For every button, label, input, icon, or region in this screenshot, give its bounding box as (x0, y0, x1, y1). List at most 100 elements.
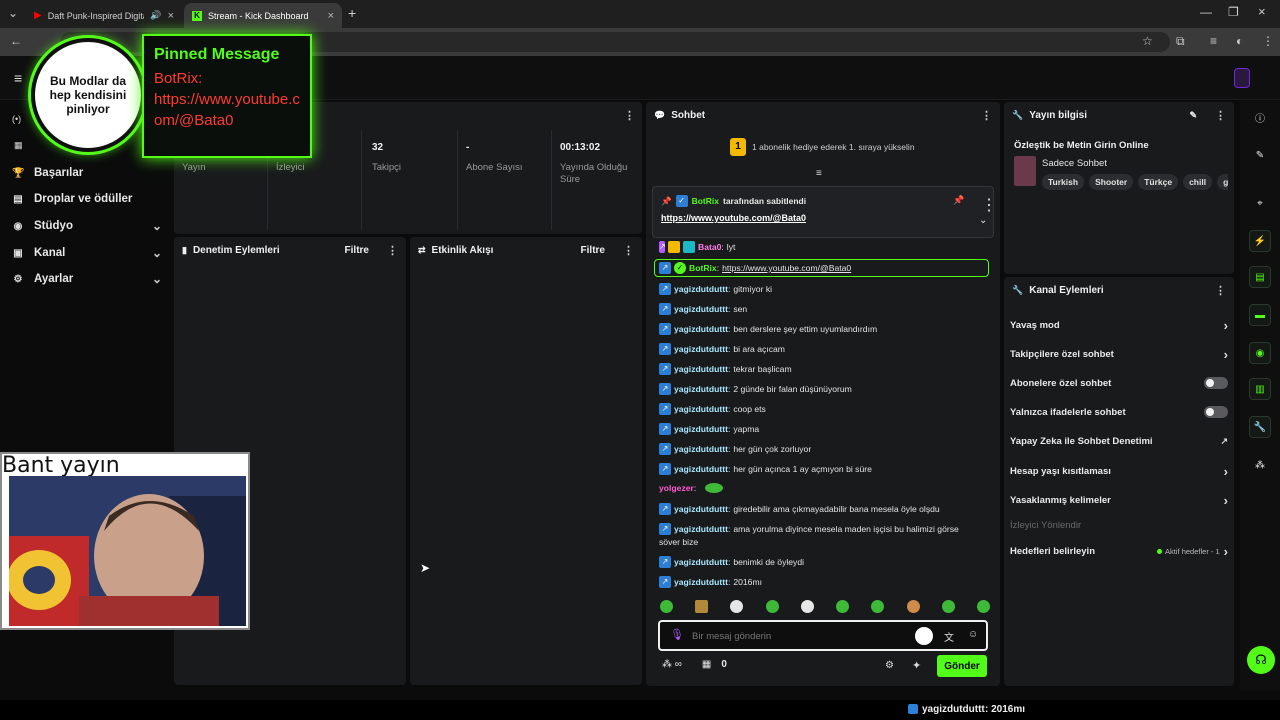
stat-label: Abone Sayısı (466, 162, 523, 173)
emote-picker-icon[interactable] (915, 627, 933, 645)
layout-icon[interactable]: ▥ (1249, 378, 1271, 400)
filter-button[interactable]: Filtre (345, 245, 369, 256)
chat-username[interactable]: yagizdutduttt (674, 444, 728, 454)
dashboard-icon[interactable]: ▦ (14, 140, 23, 151)
collapse-icon[interactable]: ≡ (816, 168, 822, 179)
stream-icon[interactable]: (•) (12, 114, 21, 124)
sidebar-item-studio[interactable]: ◉ Stüdyo ⌄ (12, 215, 162, 237)
chat-username[interactable]: yagizdutduttt (674, 524, 728, 534)
sidebar-item-achievements[interactable]: 🏆 Başarılar (12, 162, 162, 184)
maximize-icon[interactable]: ❐ (1228, 5, 1239, 19)
kebab-menu-icon[interactable]: ⋮ (623, 244, 634, 257)
translate-icon[interactable]: 文 (944, 629, 954, 644)
wrench-icon[interactable]: 🔧 (1249, 416, 1271, 438)
sidebar-item-drops[interactable]: ▤ Droplar ve ödüller (12, 188, 162, 210)
emote-icon[interactable] (695, 600, 709, 613)
target-icon[interactable]: ⌖ (1249, 192, 1271, 214)
chat-username[interactable]: yagizdutduttt (674, 344, 728, 354)
chat-username[interactable]: yagizdutduttt (674, 424, 728, 434)
help-support-icon[interactable]: ☊ (1247, 646, 1275, 674)
menu-icon[interactable]: ⋮ (1262, 34, 1274, 48)
kebab-menu-icon[interactable]: ⋮ (1215, 284, 1226, 297)
profile-icon[interactable]: ◐ (1236, 34, 1243, 48)
back-icon[interactable]: ← (10, 34, 22, 48)
new-tab-icon[interactable]: + (348, 5, 356, 21)
kebab-menu-icon[interactable]: ⋮ (387, 244, 398, 257)
emoji-combo-icon[interactable]: ⁂ ∞ (662, 659, 682, 670)
bookmark-star-icon[interactable]: ☆ (1142, 34, 1153, 48)
hamburger-menu-icon[interactable]: ≡ (14, 70, 22, 86)
emote-icon[interactable] (800, 600, 814, 613)
emote-icon[interactable] (730, 600, 744, 613)
document-icon[interactable]: ▤ (1249, 266, 1271, 288)
pinned-link[interactable]: https://www.youtube.com/@Bata0 (661, 213, 806, 223)
lightning-icon[interactable]: ⚡ (1249, 230, 1271, 252)
filter-button[interactable]: Filtre (581, 245, 605, 256)
edit-icon[interactable]: ✎ (1189, 110, 1197, 121)
chat-username[interactable]: yagizdutduttt (674, 284, 728, 294)
chevron-down-icon[interactable]: ⌄ (979, 215, 987, 226)
send-button[interactable]: Gönder (937, 655, 987, 677)
chat-username[interactable]: yagizdutduttt (674, 577, 728, 587)
emote-icon[interactable] (660, 600, 673, 613)
broadcast-icon[interactable]: ◉ (1249, 342, 1271, 364)
chat-username[interactable]: yagizdutduttt (674, 304, 728, 314)
chat-username[interactable]: yagizdutduttt (674, 324, 728, 334)
pinned-message-card[interactable]: 📌 ✓ BotRix tarafından sabitlendi 📌 ⋮ htt… (652, 186, 997, 238)
chat-bubble-icon[interactable]: ▬ (1249, 304, 1271, 326)
info-icon[interactable]: ⓘ (1249, 106, 1271, 128)
kebab-menu-icon[interactable]: ⋮ (981, 195, 997, 215)
sidebar-item-channel[interactable]: ▣ Kanal ⌄ (12, 242, 162, 264)
smiley-icon[interactable]: ☺ (968, 629, 978, 640)
unpin-icon[interactable]: 📌 (953, 195, 964, 206)
chat-username[interactable]: yagizdutduttt (674, 384, 728, 394)
minimize-icon[interactable]: — (1200, 5, 1212, 19)
kebab-menu-icon[interactable]: ⋮ (1215, 109, 1226, 122)
slow-mode-row[interactable]: Yavaş mod › (1010, 316, 1228, 334)
chat-username[interactable]: yagizdutduttt (674, 464, 728, 474)
emote-icon[interactable] (941, 600, 955, 613)
speaker-icon[interactable]: 🔊 (150, 10, 161, 21)
kebab-menu-icon[interactable]: ⋮ (981, 109, 992, 122)
kebab-menu-icon[interactable]: ⋮ (624, 109, 635, 122)
tab-kick-dashboard[interactable]: K Stream - Kick Dashboard × (184, 3, 342, 28)
chat-username[interactable]: Bata0 (698, 242, 721, 252)
extensions-icon[interactable]: ⁂ (1249, 454, 1271, 476)
chat-username[interactable]: yagizdutduttt (674, 504, 728, 514)
account-age-row[interactable]: Hesap yaşı kısıtlaması › (1010, 462, 1228, 480)
media-icon[interactable]: ≡ (1210, 34, 1217, 48)
emote-icon[interactable] (871, 600, 885, 613)
window-close-icon[interactable]: × (1258, 4, 1266, 19)
raid-row[interactable]: İzleyici Yönlendir (1010, 516, 1228, 534)
emote-icon[interactable] (976, 600, 990, 613)
tab-daft-punk[interactable]: ▶ Daft Punk-Inspired Digital 🔊 × (26, 3, 182, 28)
emote-icon[interactable] (765, 600, 779, 613)
chat-input-box[interactable]: 🎙 文 ☺ (658, 620, 988, 651)
goals-row[interactable]: Hedefleri belirleyin Aktif hedefler - 1 … (1010, 542, 1228, 560)
subscribers-only-toggle[interactable] (1204, 377, 1228, 389)
emote-icon[interactable] (836, 600, 850, 613)
emote-icon[interactable] (906, 600, 920, 613)
microphone-icon[interactable]: 🎙 (670, 628, 684, 641)
tab-search-icon[interactable]: ⌄ (8, 6, 18, 20)
pencil-icon[interactable]: ✎ (1249, 144, 1271, 166)
chat-username[interactable]: BotRix (689, 263, 717, 273)
chat-settings-icon[interactable]: ⚙ (885, 660, 894, 671)
chat-message-input[interactable] (692, 628, 902, 644)
chat-username[interactable]: yagizdutduttt (674, 364, 728, 374)
chat-username[interactable]: yagizdutduttt (674, 557, 728, 567)
ai-moderation-row[interactable]: Yapay Zeka ile Sohbet Denetimi ↗ (1010, 432, 1228, 450)
close-icon[interactable]: × (168, 10, 174, 22)
extensions-icon[interactable]: ⧉ (1176, 34, 1185, 49)
chat-username[interactable]: yolgezer (659, 483, 694, 493)
gift-leaderboard-banner[interactable]: 1 1 abonelik hediye ederek 1. sıraya yük… (730, 138, 915, 156)
chat-link[interactable]: https://www.youtube.com/@Bata0 (722, 263, 851, 273)
followers-only-row[interactable]: Takipçilere özel sohbet › (1010, 345, 1228, 363)
badge-icon[interactable]: ✦ (912, 659, 921, 672)
emotes-only-toggle[interactable] (1204, 406, 1228, 418)
chat-username[interactable]: yagizdutduttt (674, 404, 728, 414)
user-avatar[interactable] (1234, 68, 1250, 88)
sidebar-item-settings[interactable]: ⚙ Ayarlar ⌄ (12, 268, 162, 290)
close-icon[interactable]: × (328, 10, 334, 22)
banned-words-row[interactable]: Yasaklanmış kelimeler › (1010, 491, 1228, 509)
